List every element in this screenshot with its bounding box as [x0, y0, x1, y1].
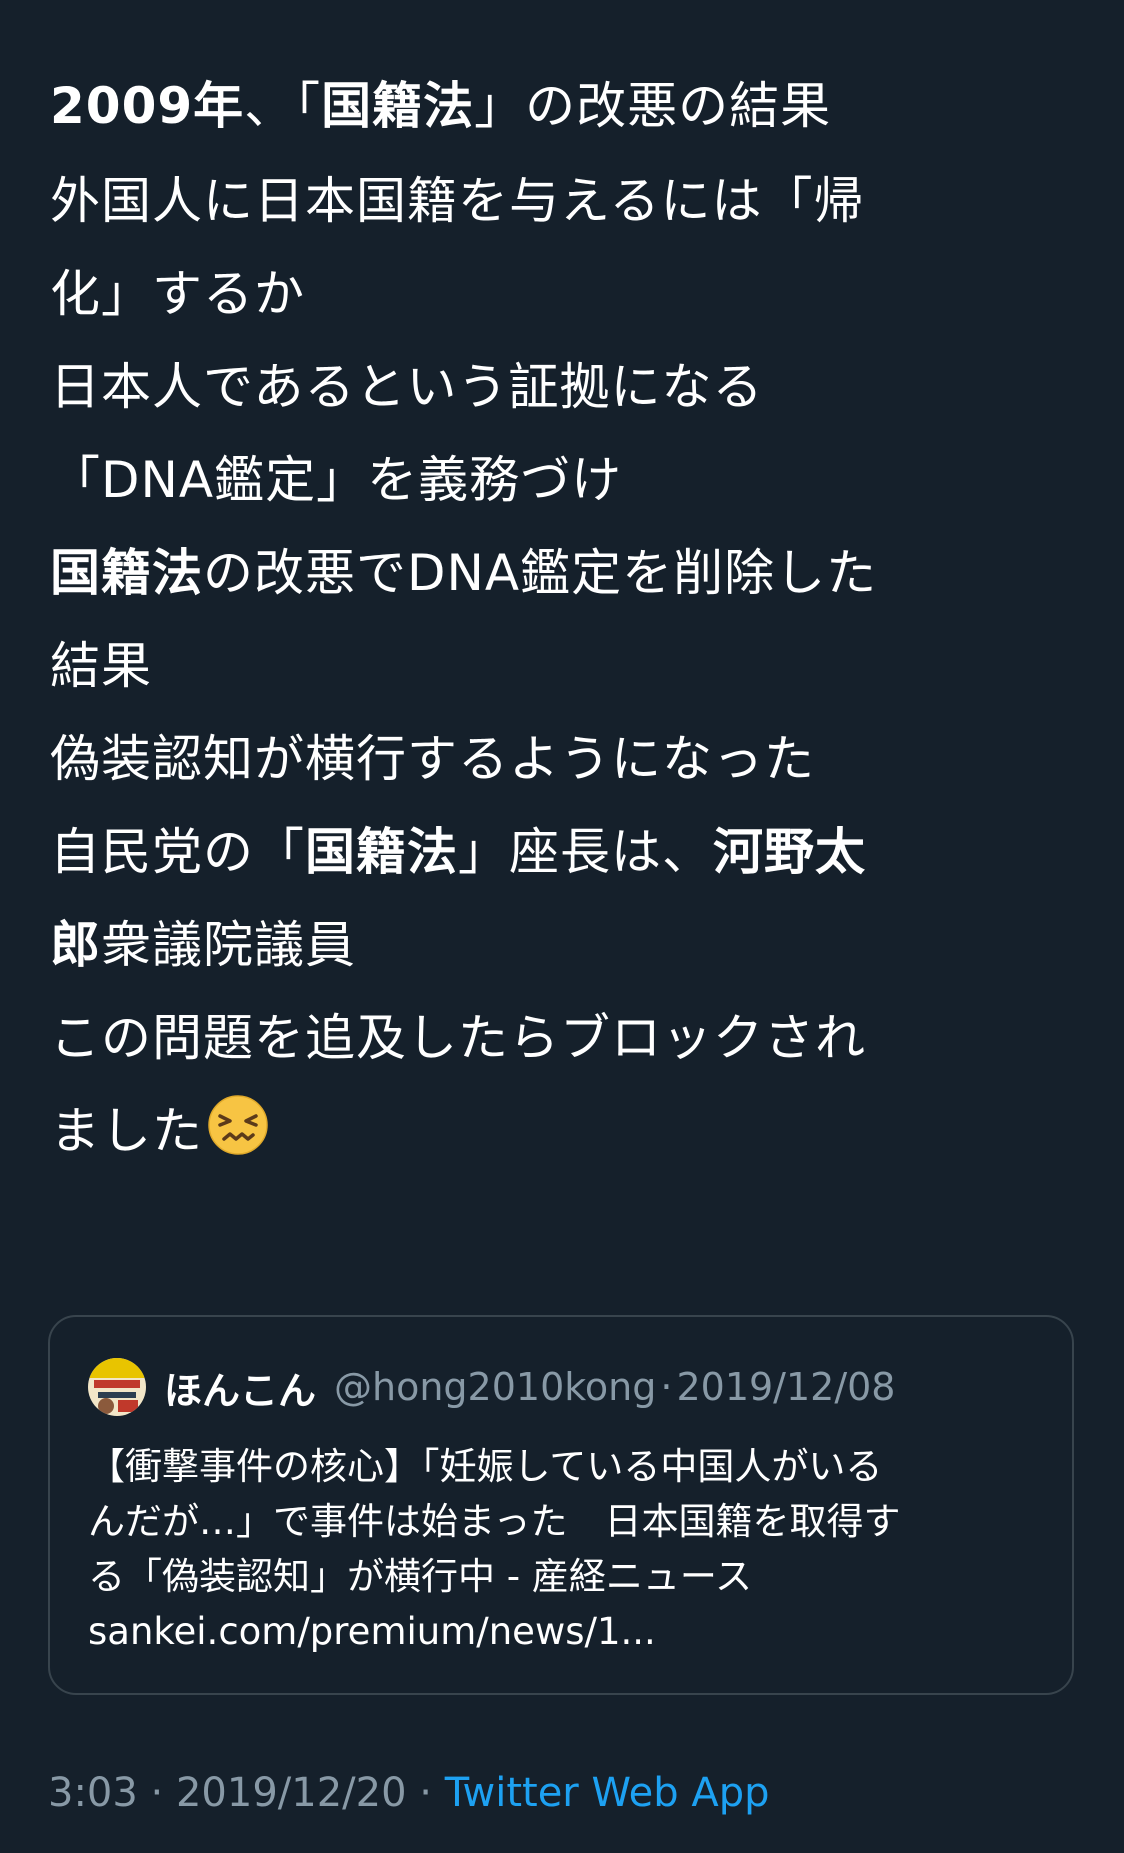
text-line: 【衝撃事件の核心】「妊娠している中国人がいる — [88, 1445, 883, 1488]
text-line: 化」するか — [50, 265, 305, 323]
confounded-face-icon — [207, 1093, 269, 1155]
text-bold: 国籍法 — [321, 77, 475, 135]
text: の改悪でDNA鑑定を削除した — [203, 544, 878, 602]
quoted-tweet-date[interactable]: 2019/12/08 — [676, 1365, 895, 1409]
tweet-text: 2009年、「国籍法」の改悪の結果 外国人に日本国籍を与えるには「帰 化」するか… — [50, 60, 1070, 1178]
text-bold: 国籍法 — [305, 823, 458, 881]
tweet-date: 2019/12/20 — [175, 1770, 407, 1816]
text: 自民党の「 — [50, 823, 305, 881]
text-line: 国籍法の改悪でDNA鑑定を削除した — [50, 527, 1070, 620]
text: 」の改悪の結果 — [474, 77, 832, 135]
tweet-time: 3:03 — [48, 1770, 138, 1816]
text-line: 日本人であるという証拠になる — [50, 358, 764, 416]
text: 」座長は、 — [458, 823, 713, 881]
link-text: sankei.com/premium/news/1... — [88, 1610, 656, 1653]
text-bold: 国籍法 — [50, 544, 203, 602]
text-line: んだが…」で事件は始まった 日本国籍を取得す — [88, 1500, 901, 1543]
quoted-tweet-text: 【衝撃事件の核心】「妊娠している中国人がいる んだが…」で事件は始まった 日本国… — [88, 1439, 1048, 1659]
separator-dot: · — [419, 1770, 432, 1816]
tweet-paragraph-4: 自民党の「国籍法」座長は、河野太 郎衆議院議員 この問題を追及したらブロックされ… — [50, 806, 1070, 1178]
quoted-author-name[interactable]: ほんこん — [164, 1360, 316, 1415]
text-line: 偽装認知が横行するようになった — [50, 730, 815, 788]
text-bold: 2009年 — [50, 77, 245, 135]
text: 衆議院議員 — [101, 916, 356, 974]
text-line: この問題を追及したらブロックされ — [50, 1009, 866, 1067]
source-app-link[interactable]: Twitter Web App — [445, 1770, 770, 1816]
text: 、「 — [244, 77, 322, 135]
tweet-paragraph-2: 外国人に日本国籍を与えるには「帰 化」するか 日本人であるという証拠になる 「D… — [50, 155, 1070, 527]
text-line: 郎衆議院議員 — [50, 899, 1070, 992]
quoted-author-handle[interactable]: @hong2010kong — [334, 1365, 656, 1409]
separator-dot: · — [150, 1770, 164, 1816]
separator-dot: · — [660, 1365, 673, 1409]
quoted-tweet-header: ほんこん @hong2010kong · 2019/12/08 — [88, 1357, 896, 1417]
text-line: 自民党の「国籍法」座長は、河野太 — [50, 806, 1070, 899]
avatar[interactable] — [88, 1358, 146, 1416]
tweet-meta: 3:03 · 2019/12/20 · Twitter Web App — [48, 1770, 770, 1816]
tweet-paragraph-1: 2009年、「国籍法」の改悪の結果 — [50, 60, 1070, 153]
text-line: 「DNA鑑定」を義務づけ — [50, 451, 623, 509]
text-line: ました — [50, 1085, 1070, 1178]
text: ました — [50, 1102, 203, 1160]
quoted-tweet-card[interactable]: ほんこん @hong2010kong · 2019/12/08 【衝撃事件の核心… — [48, 1315, 1074, 1695]
text-line: 外国人に日本国籍を与えるには「帰 — [50, 172, 865, 230]
tweet-paragraph-3: 国籍法の改悪でDNA鑑定を削除した 結果 偽装認知が横行するようになった — [50, 527, 1070, 806]
text-bold: 河野太 — [713, 823, 866, 881]
text-bold: 郎 — [50, 916, 101, 974]
text-line: 結果 — [50, 637, 152, 695]
text-line: る「偽装認知」が横行中 - 産経ニュース — [88, 1555, 753, 1598]
